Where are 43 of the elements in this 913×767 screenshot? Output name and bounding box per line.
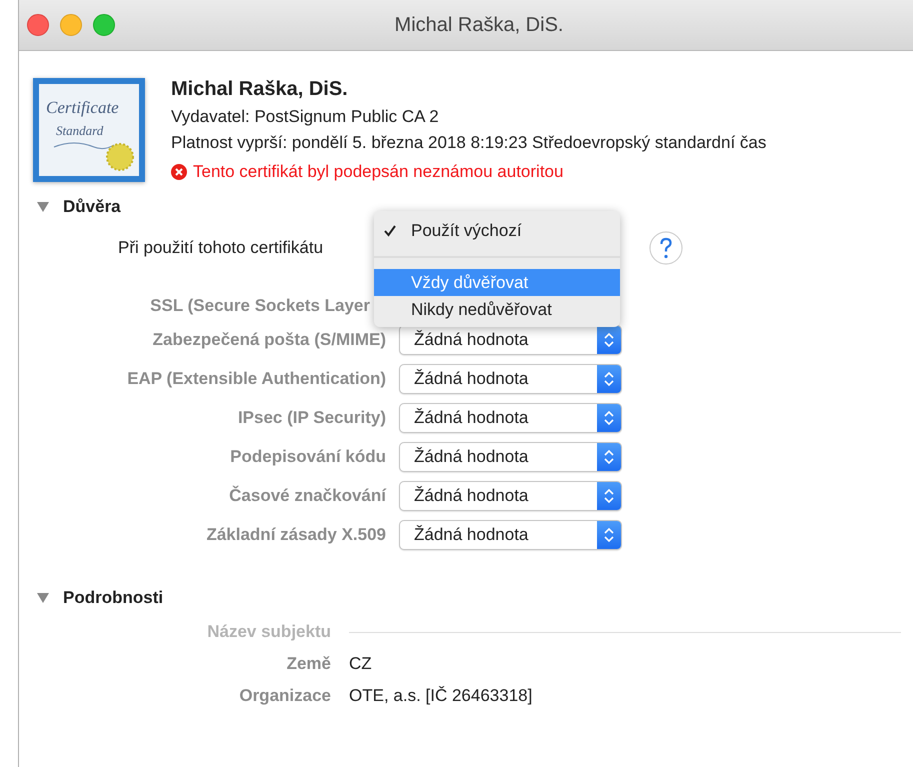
section-title: Důvěra	[63, 197, 121, 217]
help-button[interactable]	[649, 231, 683, 265]
popup-button[interactable]: Žádná hodnota	[399, 481, 622, 511]
setting-label: Základní zásady X.509	[206, 525, 386, 545]
field-label: Země	[286, 653, 331, 675]
expiry-text: Platnost vyprší: pondělí 5. března 2018 8:19:23 Středoevropský standardní čas	[171, 132, 768, 154]
stepper-arrows-icon	[604, 449, 614, 465]
setting-label: SSL (Secure Sockets Layer	[150, 296, 371, 316]
close-button[interactable]	[27, 14, 49, 36]
certificate-name: Michal Raška, DiS.	[171, 77, 349, 102]
stepper-arrows-icon	[604, 488, 614, 504]
collapse-triangle-icon[interactable]	[36, 592, 50, 604]
popup-button[interactable]: Žádná hodnota	[399, 442, 622, 472]
collapse-triangle-icon[interactable]	[36, 201, 50, 213]
stepper-arrows-icon	[604, 371, 614, 387]
popup-button[interactable]: Žádná hodnota	[399, 403, 622, 433]
checkmark-icon	[384, 225, 396, 237]
setting-label: EAP (Extensible Authentication)	[127, 369, 386, 389]
stepper-arrows-icon	[604, 332, 614, 348]
setting-label: Podepisování kódu	[230, 447, 386, 467]
popup-button[interactable]: Žádná hodnota	[399, 364, 622, 394]
error-icon	[171, 164, 187, 180]
minimize-button[interactable]	[60, 14, 82, 36]
group-heading: Název subjektu	[207, 621, 331, 643]
field-value: OTE, a.s. [IČ 26463318]	[349, 685, 534, 707]
issuer-text: Vydavatel: PostSignum Public CA 2	[171, 106, 440, 128]
zoom-button[interactable]	[93, 14, 115, 36]
window-title: Michal Raška, DiS.	[394, 14, 564, 36]
stepper-arrows-icon	[604, 410, 614, 426]
error-message: Tento certifikát byl podepsán neznámou autoritou	[193, 161, 564, 183]
field-label: Organizace	[239, 685, 331, 707]
setting-label: Zabezpečená pošta (S/MIME)	[152, 330, 386, 350]
menu-item[interactable]: Použít výchozí	[374, 217, 620, 245]
popup-button[interactable]: Žádná hodnota	[399, 325, 622, 355]
field-value: CZ	[349, 653, 373, 675]
popup-button[interactable]: Žádná hodnota	[399, 520, 622, 550]
menu-item[interactable]: Nikdy nedůvěřovat	[374, 296, 620, 323]
setting-label: Časové značkování	[229, 486, 386, 506]
usage-label: Při použití tohoto certifikátu	[118, 238, 324, 258]
section-title: Podrobnosti	[63, 588, 164, 608]
certificate-icon: Certificate Standard	[32, 77, 146, 183]
setting-label: IPsec (IP Security)	[238, 408, 386, 428]
stepper-arrows-icon	[604, 527, 614, 543]
